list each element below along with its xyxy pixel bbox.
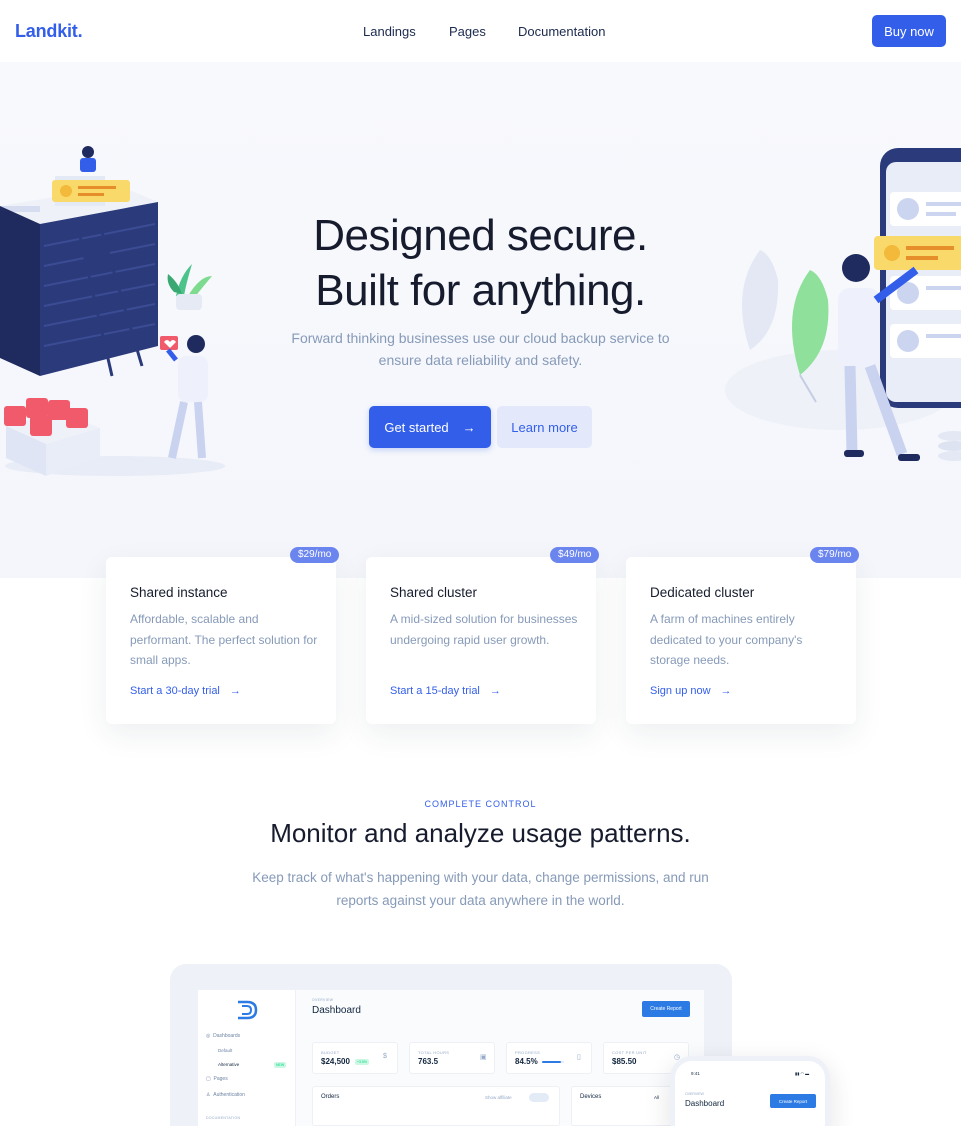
plan-card-dedicated-cluster: Dedicated cluster A farm of machines ent… <box>626 557 856 724</box>
section-eyebrow: COMPLETE CONTROL <box>424 799 537 809</box>
plan-cta-label: Start a 15-day trial <box>390 685 480 697</box>
plan-card-shared-instance: Shared instance Affordable, scalable and… <box>106 557 336 724</box>
get-started-button[interactable]: Get started → <box>369 406 491 448</box>
dashboard-overline: OVERVIEW <box>312 998 334 1002</box>
nav-link-documentation[interactable]: Documentation <box>518 24 605 39</box>
hero-title-line-2: Built for anything. <box>315 266 646 315</box>
arrow-right-icon: → <box>229 685 241 697</box>
plan-cta-label: Start a 30-day trial <box>130 685 220 697</box>
plan-description: Affordable, scalable and performant. The… <box>130 612 318 667</box>
plan-title: Dedicated cluster <box>650 585 755 600</box>
plan-cta-link[interactable]: Start a 30-day trial → <box>130 685 241 697</box>
plan-title: Shared cluster <box>390 585 478 600</box>
sidebar-item-pages[interactable]: ▢ Pages <box>206 1076 228 1082</box>
kpi-value: 84.5% <box>515 1057 538 1066</box>
plan-description: A mid-sized solution for businesses unde… <box>390 612 578 647</box>
price-badge: $49/mo <box>550 547 600 563</box>
clipboard-icon: ▯ <box>577 1054 581 1061</box>
phone-create-report-button[interactable]: Create Report <box>770 1094 816 1108</box>
new-badge: NEW <box>274 1062 287 1068</box>
show-affiliate-label: Show affiliate <box>485 1095 512 1100</box>
plan-cta-label: Sign up now <box>650 685 711 697</box>
arrow-right-icon: → <box>489 685 501 697</box>
orders-title: Orders <box>321 1094 340 1100</box>
price-badge: $29/mo <box>290 547 340 563</box>
phone-overline: OVERVIEW <box>685 1092 704 1096</box>
dashboard-title: Dashboard <box>312 1005 361 1016</box>
plan-description: A farm of machines entirely dedicated to… <box>650 612 803 667</box>
nav-links: Landings Pages Documentation <box>0 24 961 40</box>
kpi-value: 763.5 <box>418 1057 439 1066</box>
nav-link-pages[interactable]: Pages <box>449 24 486 39</box>
dollar-icon: $ <box>383 1053 387 1060</box>
get-started-label: Get started <box>384 419 449 435</box>
kpi-delta-badge: +3.5% <box>355 1059 370 1065</box>
sidebar-subitem-default[interactable]: Default <box>218 1048 232 1053</box>
dashboard-sidebar: ◎ Dashboards Default Alternative NEW ▢ P… <box>198 990 296 1126</box>
plan-card-shared-cluster: Shared cluster A mid-sized solution for … <box>366 557 596 724</box>
buy-now-button[interactable]: Buy now <box>872 15 946 47</box>
sidebar-item-label: Pages <box>213 1076 228 1082</box>
devices-title: Devices <box>580 1094 602 1100</box>
top-navbar: Landkit. Landings Pages Documentation Bu… <box>0 0 961 62</box>
section-subtitle: Keep track of what's happening with your… <box>252 870 709 908</box>
progress-track <box>542 1061 564 1063</box>
sidebar-heading: DOCUMENTATION <box>206 1116 241 1120</box>
phone-signal-icon: ▮▮ ◠ ▬ <box>795 1071 810 1076</box>
price-badge: $79/mo <box>810 547 860 563</box>
orders-card: Orders Show affiliate <box>312 1086 560 1126</box>
dashboard-logo-icon <box>238 1000 258 1020</box>
kpi-label: PROGRESS <box>515 1050 541 1055</box>
plan-cta-link[interactable]: Sign up now → <box>650 685 732 697</box>
phone-mockup: 9:41 ▮▮ ◠ ▬ OVERVIEW Dashboard Create Re… <box>670 1056 830 1126</box>
sidebar-item-label: Dashboards <box>213 1033 241 1039</box>
progress-fill <box>542 1061 561 1063</box>
kpi-value: $24,500 <box>321 1057 350 1066</box>
devices-filter-all[interactable]: All <box>654 1095 659 1100</box>
hero-subtitle: Forward thinking businesses use our clou… <box>291 330 670 368</box>
sidebar-item-dashboards[interactable]: ◎ Dashboards <box>206 1033 240 1039</box>
kpi-card-budget: BUDGET $24,500 +3.5% $ <box>312 1042 398 1074</box>
kpi-card-total-hours: TOTAL HOURS 763.5 ▣ <box>409 1042 495 1074</box>
briefcase-icon: ▣ <box>480 1054 487 1061</box>
create-report-button[interactable]: Create Report <box>642 1001 690 1017</box>
learn-more-button[interactable]: Learn more <box>497 406 592 448</box>
kpi-label: BUDGET <box>321 1050 340 1055</box>
hero-title-line-1: Designed secure. <box>313 211 648 260</box>
kpi-label: COST PER UNIT <box>612 1050 647 1055</box>
hero-title: Designed secure. Built for anything. <box>0 208 961 318</box>
plan-title: Shared instance <box>130 585 228 600</box>
plan-cta-link[interactable]: Start a 15-day trial → <box>390 685 501 697</box>
kpi-label: TOTAL HOURS <box>418 1050 450 1055</box>
sidebar-subitem-alternative[interactable]: Alternative <box>218 1062 239 1067</box>
arrow-right-icon: → <box>462 419 476 435</box>
phone-title: Dashboard <box>685 1099 725 1108</box>
kpi-card-progress: PROGRESS 84.5% ▯ <box>506 1042 592 1074</box>
sidebar-item-authentication[interactable]: ♙ Authentication <box>206 1092 245 1098</box>
section-title: Monitor and analyze usage patterns. <box>270 818 691 848</box>
nav-link-landings[interactable]: Landings <box>363 24 416 39</box>
show-affiliate-toggle[interactable] <box>529 1093 549 1102</box>
arrow-right-icon: → <box>720 685 732 697</box>
phone-status-time: 9:41 <box>691 1071 700 1076</box>
kpi-value: $85.50 <box>612 1057 637 1066</box>
sidebar-item-label: Authentication <box>213 1092 245 1098</box>
